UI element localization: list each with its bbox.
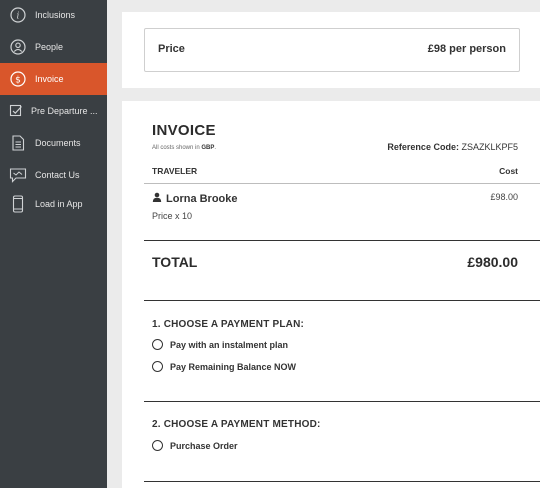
price-card: Price £98 per person	[122, 12, 540, 88]
sidebar-item-people[interactable]: People	[0, 31, 107, 63]
sidebar-item-contact-us[interactable]: Contact Us	[0, 159, 107, 191]
radio-button[interactable]	[152, 339, 163, 350]
currency-code: GBP	[201, 145, 215, 151]
divider	[144, 481, 540, 482]
radio-button[interactable]	[152, 361, 163, 372]
traveler-name: Lorna Brooke	[152, 192, 238, 205]
radio-button[interactable]	[152, 440, 163, 451]
divider	[144, 183, 540, 184]
sidebar-item-label: Pre Departure ...	[31, 106, 98, 116]
sidebar-item-label: Invoice	[35, 74, 64, 84]
sidebar-item-label: People	[35, 42, 64, 52]
traveler-name-text: Lorna Brooke	[166, 192, 238, 205]
radio-instalment-plan[interactable]: Pay with an instalment plan	[152, 339, 288, 350]
price-label: Price	[158, 43, 185, 55]
sidebar-item-label: Documents	[35, 138, 81, 148]
reference-code: Reference Code: ZSAZKLKPF5	[387, 142, 518, 152]
sidebar: i Inclusions People $ Invoice Pre Depart…	[0, 0, 107, 488]
svg-text:$: $	[15, 75, 21, 85]
dollar-icon: $	[9, 70, 27, 88]
sidebar-item-invoice[interactable]: $ Invoice	[0, 63, 107, 95]
radio-purchase-order[interactable]: Purchase Order	[152, 440, 238, 451]
price-box: Price £98 per person	[144, 28, 520, 72]
phone-icon	[9, 195, 27, 213]
invoice-card: INVOICE All costs shown in GBP. Referenc…	[122, 101, 540, 488]
sidebar-item-label: Inclusions	[35, 10, 76, 20]
sidebar-item-load-in-app[interactable]: Load in App	[0, 188, 107, 220]
checklist-icon	[7, 102, 25, 120]
sidebar-item-label: Load in App	[35, 199, 83, 209]
people-icon	[9, 38, 27, 56]
payment-method-title: 2. CHOOSE A PAYMENT METHOD:	[152, 419, 321, 430]
payment-plan-title: 1. CHOOSE A PAYMENT PLAN:	[152, 319, 305, 330]
sidebar-item-inclusions[interactable]: i Inclusions	[0, 0, 107, 31]
radio-label: Pay with an instalment plan	[170, 339, 289, 350]
traveler-description: Price x 10	[152, 211, 193, 221]
radio-pay-remaining[interactable]: Pay Remaining Balance NOW	[152, 361, 296, 372]
divider	[144, 240, 540, 241]
chat-icon	[9, 166, 27, 184]
reference-value: ZSAZKLKPF5	[461, 142, 518, 152]
radio-label: Purchase Order	[170, 440, 238, 451]
sidebar-item-pre-departure[interactable]: Pre Departure ...	[0, 95, 107, 127]
person-icon	[152, 192, 162, 205]
invoice-title: INVOICE	[152, 122, 216, 139]
traveler-cost: £98.00	[490, 192, 518, 202]
document-icon	[9, 134, 27, 152]
radio-label: Pay Remaining Balance NOW	[170, 361, 297, 372]
divider	[144, 401, 540, 402]
reference-label: Reference Code:	[387, 142, 459, 152]
info-icon: i	[9, 6, 27, 24]
currency-prefix: All costs shown in	[152, 145, 200, 151]
total-value: £980.00	[467, 254, 518, 270]
svg-text:i: i	[17, 12, 20, 22]
column-header-cost: Cost	[499, 166, 518, 176]
price-value: £98 per person	[427, 43, 506, 55]
sidebar-item-documents[interactable]: Documents	[0, 127, 107, 159]
total-label: TOTAL	[152, 254, 198, 270]
currency-suffix: .	[214, 145, 217, 151]
currency-note: All costs shown in GBP.	[152, 145, 216, 151]
column-header-traveler: TRAVELER	[152, 166, 198, 176]
sidebar-item-label: Contact Us	[35, 170, 80, 180]
divider	[144, 300, 540, 301]
